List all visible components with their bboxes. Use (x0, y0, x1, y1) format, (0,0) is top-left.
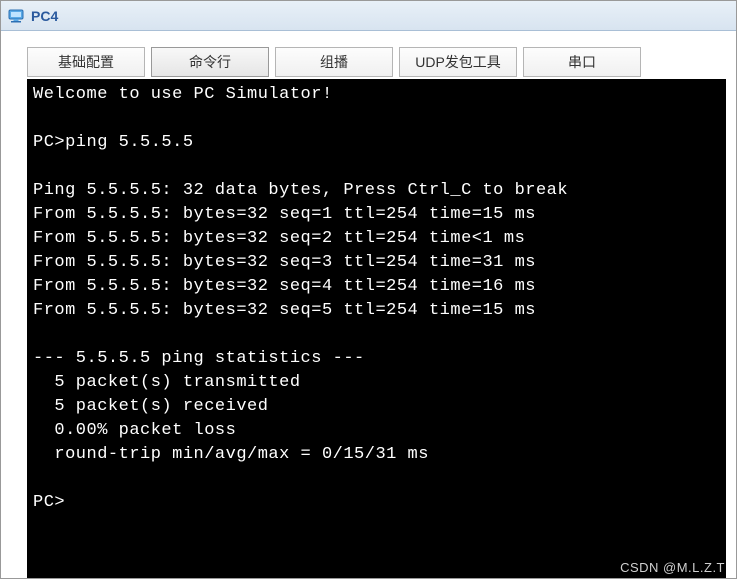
pc-icon (7, 7, 25, 25)
tab-bar: 基础配置 命令行 组播 UDP发包工具 串口 (27, 47, 726, 77)
tab-command-line[interactable]: 命令行 (151, 47, 269, 77)
titlebar: PC4 (1, 1, 736, 31)
window-title: PC4 (31, 8, 58, 24)
content-area: 基础配置 命令行 组播 UDP发包工具 串口 Welcome to use PC… (1, 31, 736, 578)
tab-udp-tool[interactable]: UDP发包工具 (399, 47, 517, 77)
tab-multicast[interactable]: 组播 (275, 47, 393, 77)
tab-basic-config[interactable]: 基础配置 (27, 47, 145, 77)
app-window: PC4 基础配置 命令行 组播 UDP发包工具 串口 Welcome to us… (0, 0, 737, 579)
terminal-output[interactable]: Welcome to use PC Simulator! PC>ping 5.5… (27, 79, 726, 578)
watermark: CSDN @M.L.Z.T (620, 560, 725, 575)
tab-serial[interactable]: 串口 (523, 47, 641, 77)
